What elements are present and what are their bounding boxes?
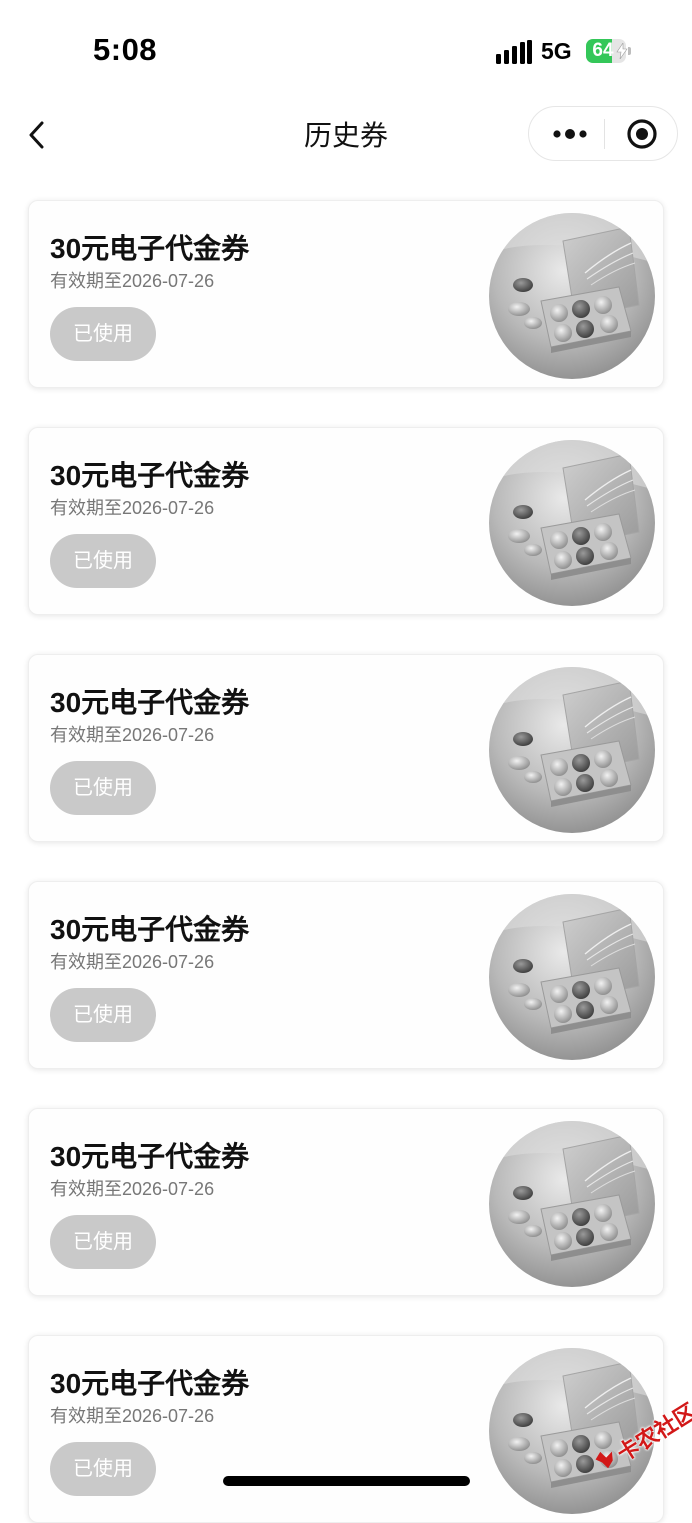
used-status-button[interactable]: 已使用 — [50, 988, 156, 1042]
mooncake-gift-box-image — [489, 1121, 655, 1287]
coupon-card[interactable]: 30元电子代金券 有效期至2026-07-26 已使用 — [28, 881, 664, 1069]
mooncake-gift-box-image — [489, 894, 655, 1060]
coupon-expiry: 有效期至2026-07-26 — [50, 725, 215, 745]
used-status-button[interactable]: 已使用 — [50, 1215, 156, 1269]
coupon-expiry: 有效期至2026-07-26 — [50, 271, 215, 291]
used-status-button[interactable]: 已使用 — [50, 1442, 156, 1496]
coupon-title: 30元电子代金券 — [50, 1368, 250, 1399]
coupon-card[interactable]: 30元电子代金券 有效期至2026-07-26 已使用 — [28, 427, 664, 615]
mooncake-gift-box-image — [489, 213, 655, 379]
used-status-button[interactable]: 已使用 — [50, 761, 156, 815]
coupon-expiry: 有效期至2026-07-26 — [50, 1406, 215, 1426]
coupon-card[interactable]: 30元电子代金券 有效期至2026-07-26 已使用 — [28, 654, 664, 842]
coupon-expiry: 有效期至2026-07-26 — [50, 498, 215, 518]
mooncake-gift-box-image — [489, 440, 655, 606]
mooncake-gift-box-image — [489, 667, 655, 833]
coupon-card[interactable]: 30元电子代金券 有效期至2026-07-26 已使用 — [28, 200, 664, 388]
coupon-title: 30元电子代金券 — [50, 233, 250, 264]
coupon-expiry: 有效期至2026-07-26 — [50, 952, 215, 972]
coupon-title: 30元电子代金券 — [50, 687, 250, 718]
coupon-title: 30元电子代金券 — [50, 460, 250, 491]
used-status-button[interactable]: 已使用 — [50, 534, 156, 588]
coupon-title: 30元电子代金券 — [50, 1141, 250, 1172]
coupon-expiry: 有效期至2026-07-26 — [50, 1179, 215, 1199]
coupon-list: 30元电子代金券 有效期至2026-07-26 已使用 30元电子代金券 有效期… — [0, 0, 692, 1523]
coupon-card[interactable]: 30元电子代金券 有效期至2026-07-26 已使用 — [28, 1108, 664, 1296]
used-status-button[interactable]: 已使用 — [50, 307, 156, 361]
coupon-title: 30元电子代金券 — [50, 914, 250, 945]
coupon-card[interactable]: 30元电子代金券 有效期至2026-07-26 已使用 — [28, 1335, 664, 1523]
home-indicator[interactable] — [223, 1476, 470, 1486]
